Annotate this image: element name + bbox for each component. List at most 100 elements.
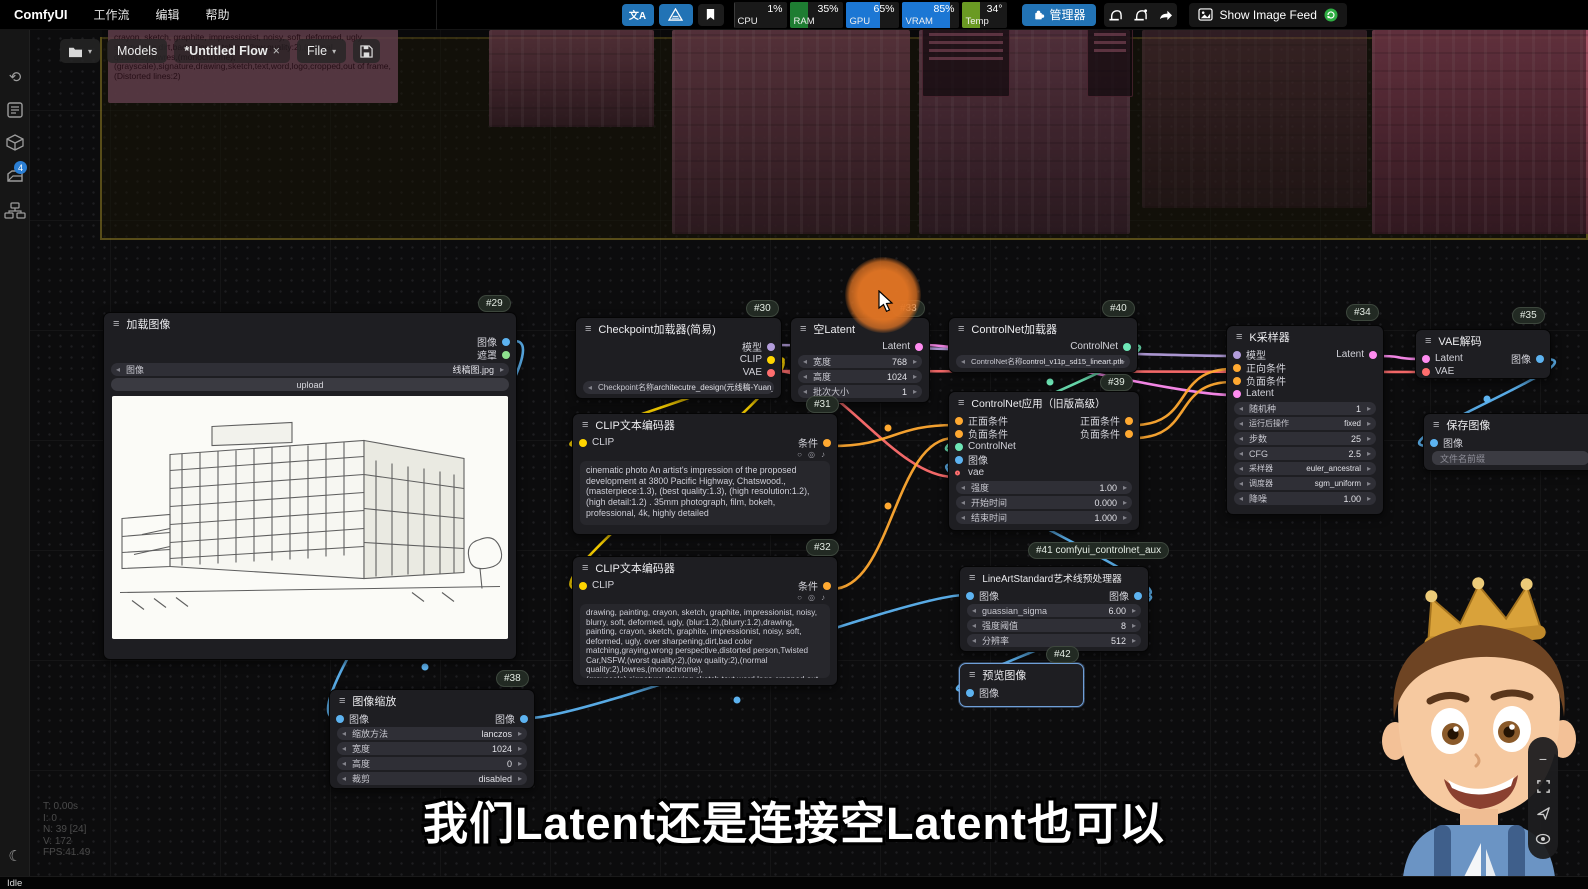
input-port-image[interactable] <box>336 715 344 723</box>
node-ksampler[interactable]: ≡K采样器 模型 Latent 正向条件 负面条件 Latent 随机种1 运行… <box>1226 325 1384 515</box>
fit-view-icon[interactable] <box>1536 779 1551 794</box>
node-menu-icon[interactable]: ≡ <box>958 397 964 409</box>
node-controlnet-loader[interactable]: ≡ControlNet加载器 ControlNet ControlNet名称co… <box>948 317 1138 373</box>
share-icon[interactable] <box>1158 8 1173 21</box>
file-menu-button[interactable]: File▾ <box>297 39 346 63</box>
output-port-image[interactable] <box>520 715 528 723</box>
negative-prompt-textarea[interactable]: drawing, painting, crayon, sketch, graph… <box>580 604 830 678</box>
node-title-bar[interactable]: ≡VAE解码 <box>1416 330 1550 352</box>
app-logo[interactable]: ComfyUI <box>14 7 67 22</box>
input-port-latent[interactable] <box>1422 355 1430 363</box>
control-after-generate-widget[interactable]: 运行后操作fixed <box>1234 417 1376 430</box>
node-menu-icon[interactable]: ≡ <box>1425 335 1431 347</box>
input-port-positive[interactable] <box>1233 364 1241 372</box>
node-title-bar[interactable]: ≡CLIP文本编码器 <box>573 414 837 436</box>
node-menu-icon[interactable]: ≡ <box>969 572 975 584</box>
menu-help[interactable]: 帮助 <box>205 6 229 23</box>
output-port-image[interactable] <box>1536 355 1544 363</box>
image-feed-toggle[interactable]: Show Image Feed <box>1189 3 1347 27</box>
checkpoint-combo-widget[interactable]: Checkpoint名称architecutre_design(元线稿-Yuan… <box>583 381 774 394</box>
tts-icon[interactable]: ♪ <box>821 593 825 602</box>
close-tab-icon[interactable]: × <box>273 44 280 58</box>
node-clip-text-encode-negative[interactable]: ≡CLIP文本编码器 CLIP 条件 ○◎♪ drawing, painting… <box>572 556 838 686</box>
manager-button[interactable]: 管理器 <box>1022 4 1096 26</box>
input-port-controlnet[interactable] <box>955 443 963 451</box>
zoom-out-icon[interactable]: − <box>1539 751 1547 767</box>
save-workflow-button[interactable] <box>353 39 380 63</box>
input-port-clip[interactable] <box>579 582 587 590</box>
node-menu-icon[interactable]: ≡ <box>800 323 806 335</box>
convert-widget-icon[interactable]: ◎ <box>808 450 815 459</box>
width-widget[interactable]: 宽度1024 <box>337 742 527 755</box>
intensity-threshold-widget[interactable]: 强度阈值8 <box>967 619 1141 632</box>
node-title-bar[interactable]: ≡图像缩放 <box>330 690 534 712</box>
input-port-vae[interactable] <box>1422 368 1430 376</box>
output-port-image[interactable] <box>1134 592 1142 600</box>
start-percent-widget[interactable]: 开始时间0.000 <box>956 496 1132 509</box>
controlnet-name-widget[interactable]: ControlNet名称control_v11p_sd15_lineart.pt… <box>956 355 1130 368</box>
gaussian-sigma-widget[interactable]: guassian_sigma6.00 <box>967 604 1141 617</box>
height-widget[interactable]: 高度1024 <box>798 370 922 383</box>
node-empty-latent[interactable]: ≡空Latent Latent 宽度768 高度1024 批次大小1 <box>790 317 930 403</box>
node-title-bar[interactable]: ≡K采样器 <box>1227 326 1383 348</box>
strength-widget[interactable]: 强度1.00 <box>956 481 1132 494</box>
input-port-clip[interactable] <box>579 439 587 447</box>
width-widget[interactable]: 宽度768 <box>798 355 922 368</box>
node-menu-icon[interactable]: ≡ <box>958 323 964 335</box>
node-title-bar[interactable]: ≡保存图像 <box>1424 414 1588 436</box>
node-save-image[interactable]: ≡保存图像 图像 文件名前缀 <box>1423 413 1588 471</box>
input-port-negative[interactable] <box>955 430 963 438</box>
input-port-image[interactable] <box>955 456 963 464</box>
node-image-scale[interactable]: ≡图像缩放 图像 图像 缩放方法lanczos 宽度1024 高度0 裁剪dis… <box>329 689 535 789</box>
node-controlnet-apply[interactable]: ≡ControlNet应用（旧版高级） 正面条件 正面条件 负面条件 负面条件 … <box>948 391 1140 531</box>
input-port-positive[interactable] <box>955 417 963 425</box>
output-port-negative[interactable] <box>1125 430 1133 438</box>
filename-prefix-input[interactable]: 文件名前缀 <box>1432 451 1588 465</box>
node-preview-image[interactable]: ≡预览图像 图像 <box>959 663 1084 707</box>
convert-widget-icon[interactable]: ◎ <box>808 593 815 602</box>
denoise-widget[interactable]: 降噪1.00 <box>1234 492 1376 505</box>
image-combo-widget[interactable]: 图像线稿图.jpg <box>111 363 509 376</box>
input-port-image[interactable] <box>1430 439 1438 447</box>
node-lineart-preprocessor[interactable]: ≡LineArtStandard艺术线预处理器 图像 图像 guassian_s… <box>959 566 1149 652</box>
menu-workflow[interactable]: 工作流 <box>93 6 129 23</box>
node-menu-icon[interactable]: ≡ <box>1236 331 1242 343</box>
models-button[interactable]: Models <box>107 39 167 63</box>
theme-toggle-icon[interactable]: ☾ <box>0 847 30 865</box>
logo-tool-button[interactable] <box>659 4 693 26</box>
translate-button[interactable]: 文A <box>622 4 654 26</box>
model-library-icon[interactable] <box>0 134 30 151</box>
node-load-image[interactable]: ≡加载图像 图像 遮罩 图像线稿图.jpg upload <box>103 312 517 660</box>
output-port-mask[interactable] <box>502 351 510 359</box>
crop-widget[interactable]: 裁剪disabled <box>337 772 527 785</box>
upload-button[interactable]: upload <box>111 378 509 391</box>
output-port-positive[interactable] <box>1125 417 1133 425</box>
node-title-bar[interactable]: ≡LineArtStandard艺术线预处理器 <box>960 567 1148 589</box>
node-menu-icon[interactable]: ≡ <box>585 323 591 335</box>
sampler-widget[interactable]: 采样器euler_ancestral <box>1234 462 1376 475</box>
node-menu-icon[interactable]: ≡ <box>339 695 345 707</box>
node-clip-text-encode-positive[interactable]: ≡CLIP文本编码器 CLIP 条件 ○◎♪ cinematic photo A… <box>572 413 838 535</box>
loaded-image-preview[interactable] <box>112 396 508 639</box>
end-percent-widget[interactable]: 结束时间1.000 <box>956 511 1132 524</box>
input-port-vae[interactable] <box>955 470 960 475</box>
toggle-visibility-icon[interactable] <box>1535 833 1551 845</box>
menu-edit[interactable]: 编辑 <box>155 6 179 23</box>
upscale-method-widget[interactable]: 缩放方法lanczos <box>337 727 527 740</box>
vacuum-dot-icon[interactable] <box>1133 8 1148 22</box>
seed-widget[interactable]: 随机种1 <box>1234 402 1376 415</box>
node-title-bar[interactable]: ≡ControlNet加载器 <box>949 318 1137 340</box>
output-port-clip[interactable] <box>767 356 775 364</box>
output-port-latent[interactable] <box>915 343 923 351</box>
positive-prompt-textarea[interactable]: cinematic photo An artist's impression o… <box>580 461 830 525</box>
select-mode-icon[interactable] <box>1536 806 1551 821</box>
node-menu-icon[interactable]: ≡ <box>969 669 975 681</box>
node-title-bar[interactable]: ≡Checkpoint加载器(简易) <box>576 318 781 340</box>
node-title-bar[interactable]: ≡预览图像 <box>960 664 1083 686</box>
steps-widget[interactable]: 步数25 <box>1234 432 1376 445</box>
node-title-bar[interactable]: ≡CLIP文本编码器 <box>573 557 837 579</box>
node-checkpoint-loader[interactable]: ≡Checkpoint加载器(简易) 模型 CLIP VAE Checkpoin… <box>575 317 782 399</box>
log-panel-icon[interactable] <box>0 102 30 118</box>
output-port-latent[interactable] <box>1369 351 1377 359</box>
output-port-image[interactable] <box>502 338 510 346</box>
